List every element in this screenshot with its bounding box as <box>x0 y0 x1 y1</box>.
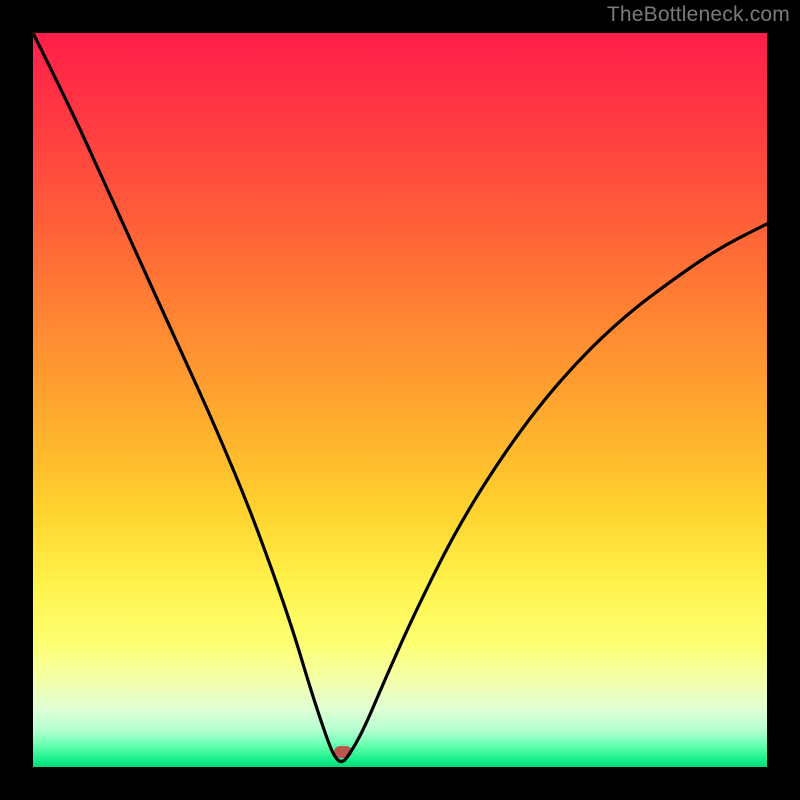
bottleneck-curve <box>33 33 767 767</box>
curve-path <box>33 33 767 762</box>
plot-area <box>33 33 767 767</box>
watermark-label: TheBottleneck.com <box>607 3 790 27</box>
chart-container: TheBottleneck.com <box>0 0 800 800</box>
